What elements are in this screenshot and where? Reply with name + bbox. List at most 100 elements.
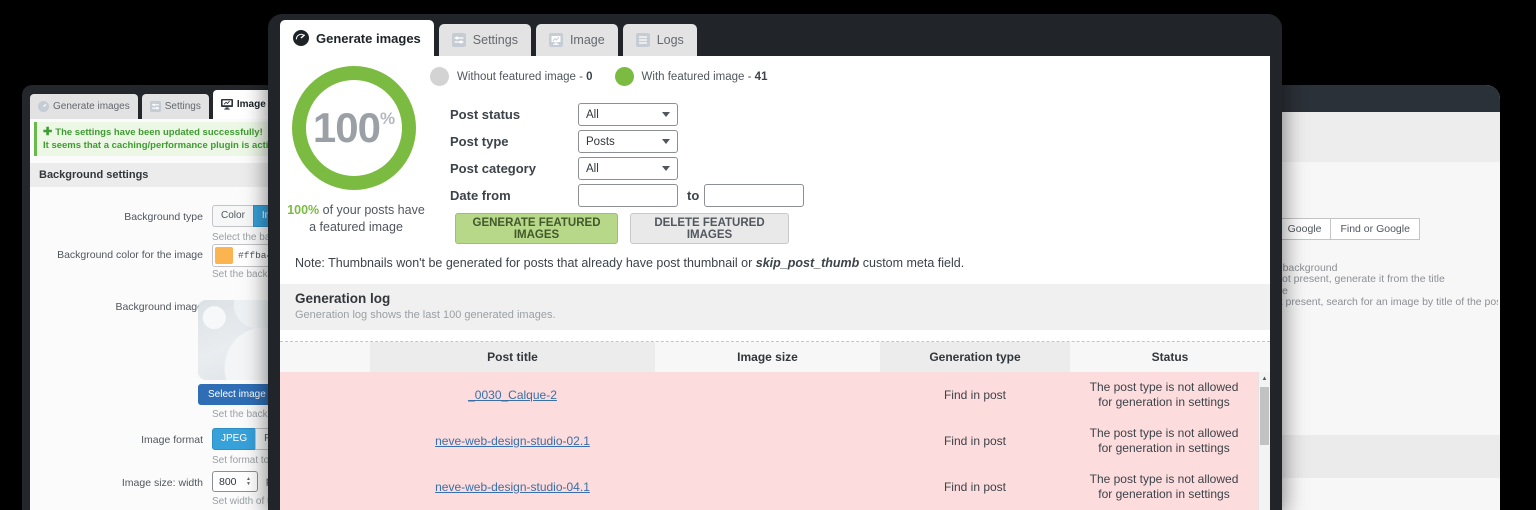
log-table-header: Post title Image size Generation type St… [280,341,1270,372]
right-section-band-top [1262,112,1500,162]
tab-label: Generate images [53,101,130,112]
notice-line-2: It seems that a caching/performance plug… [43,139,274,152]
select-image-button[interactable]: Select image [198,384,276,405]
post-type-select[interactable]: Posts [578,130,678,153]
tab-generate-images[interactable]: Generate images [280,20,434,56]
chart-legend: Without featured image - 0 With featured… [430,67,767,86]
generation-type-cell: Find in post [880,388,1070,402]
right-option-descriptions: xt ed background s not present, generate… [1268,251,1498,309]
list-icon [636,33,650,47]
success-notice: ✚ The settings have been updated success… [34,122,280,156]
legend-text: Without featured image - [457,71,583,83]
right-section-band-bottom [1262,435,1500,478]
legend-text: With featured image - [642,71,752,83]
select-value: Posts [586,136,615,148]
chevron-down-icon [662,166,670,171]
green-dot-icon [615,67,634,86]
monitor-icon [549,33,563,47]
toggle-option-color[interactable]: Color [212,205,254,227]
scrollbar-thumb[interactable] [1260,387,1269,445]
stepper-arrows-icon[interactable]: ▲▼ [242,472,255,491]
gray-dot-icon [430,67,449,86]
monitor-icon [221,99,233,110]
generation-type-cell: Find in post [880,434,1070,448]
select-value: All [586,109,599,121]
legend-count: 41 [755,71,768,83]
scroll-up-icon[interactable]: ▲ [1259,372,1270,386]
main-content: 100% 100% of your posts have a featured … [280,56,1270,510]
table-row: neve-web-design-studio-02.1 Find in post… [280,418,1258,464]
left-tab-image[interactable]: Image [213,90,274,119]
header-image-size: Image size [655,342,880,372]
tab-label: Generate images [316,31,421,46]
right-generation-type-toggle: ate Google Find or Google [1262,218,1419,240]
tab-label: Settings [165,101,201,112]
chevron-down-icon [662,139,670,144]
toggle-option-google[interactable]: Google [1278,218,1332,240]
left-content: ✚ The settings have been updated success… [30,119,282,510]
tab-label: Image [237,99,266,110]
date-to-label: to [687,188,699,203]
thumbnail-note: Note: Thumbnails won't be generated for … [295,256,964,270]
header-generation-type: Generation type [880,342,1070,372]
color-swatch[interactable] [215,247,233,264]
donut-caption-rest: of your posts have a featured image [309,203,425,234]
select-value: All [586,163,599,175]
sliders-icon [150,101,161,112]
tab-label: Logs [657,33,684,47]
delete-featured-images-button[interactable]: DELETE FEATURED IMAGES [630,213,789,244]
description-line: ogle [1268,286,1498,298]
generation-log-title: Generation log [295,291,1270,306]
donut-value: 100 [313,104,380,151]
left-window: Generate images Settings Image Logs ✚ Th… [22,85,282,510]
header-post-title: Post title [370,342,655,372]
post-category-select[interactable]: All [578,157,678,180]
background-image-label: Background image [30,301,203,313]
table-scrollbar[interactable]: ▲ [1258,372,1270,510]
description-line: ed background [1268,263,1498,275]
tab-label: Image [570,33,605,47]
background-type-label: Background type [30,211,203,223]
generation-log-subtitle: Generation log shows the last 100 genera… [295,309,1270,321]
tab-label: Settings [473,33,518,47]
note-suffix: custom meta field. [859,256,964,270]
tab-logs[interactable]: Logs [623,24,697,56]
log-table-body: _0030_Calque-2 Find in post The post typ… [280,372,1258,510]
post-title-link[interactable]: _0030_Calque-2 [468,388,557,402]
toggle-option-find-or-google[interactable]: Find or Google [1330,218,1419,240]
date-to-input[interactable] [704,184,804,207]
legend-count: 0 [586,71,592,83]
tab-settings[interactable]: Settings [439,24,531,56]
background-color-label: Background color for the image [30,249,203,261]
description-line: s not present, generate it from the titl… [1268,274,1498,286]
donut-caption: 100% of your posts have a featured image [282,202,430,236]
post-status-select[interactable]: All [578,103,678,126]
legend-item-without: Without featured image - 0 [430,67,593,86]
notice-line-1: The settings have been updated successfu… [55,127,262,138]
status-cell: The post type is not allowed for generat… [1070,426,1258,456]
right-window-titlebar [1262,85,1500,112]
generate-featured-images-button[interactable]: GENERATE FEATURED IMAGES [455,213,618,244]
date-from-input[interactable] [578,184,678,207]
toggle-option-jpeg[interactable]: JPEG [212,428,256,450]
post-title-link[interactable]: neve-web-design-studio-04.1 [435,480,590,494]
description-line: xt [1268,251,1498,263]
note-meta-key: skip_post_thumb [756,256,860,270]
page-background: { "colors": { "accent_green": "#7cbb41",… [0,0,1536,510]
tab-image[interactable]: Image [536,24,618,56]
donut-percent-sign: % [380,109,395,128]
post-type-label: Post type [450,134,572,149]
chevron-down-icon [662,112,670,117]
image-format-label: Image format [30,434,203,446]
table-row: neve-web-design-studio-04.1 Find in post… [280,464,1258,510]
right-window: ate Google Find or Google xt ed backgrou… [1262,85,1500,510]
left-tab-bar: Generate images Settings Image Logs [30,85,282,119]
table-row: _0030_Calque-2 Find in post The post typ… [280,372,1258,418]
status-cell: The post type is not allowed for generat… [1070,380,1258,410]
generation-log-header: Generation log Generation log shows the … [280,284,1270,330]
main-window: Generate images Settings Image Logs 100%… [268,14,1282,510]
left-tab-settings[interactable]: Settings [142,94,209,119]
post-title-link[interactable]: neve-web-design-studio-02.1 [435,434,590,448]
left-tab-generate-images[interactable]: Generate images [30,94,138,119]
date-from-label: Date from [450,188,572,203]
